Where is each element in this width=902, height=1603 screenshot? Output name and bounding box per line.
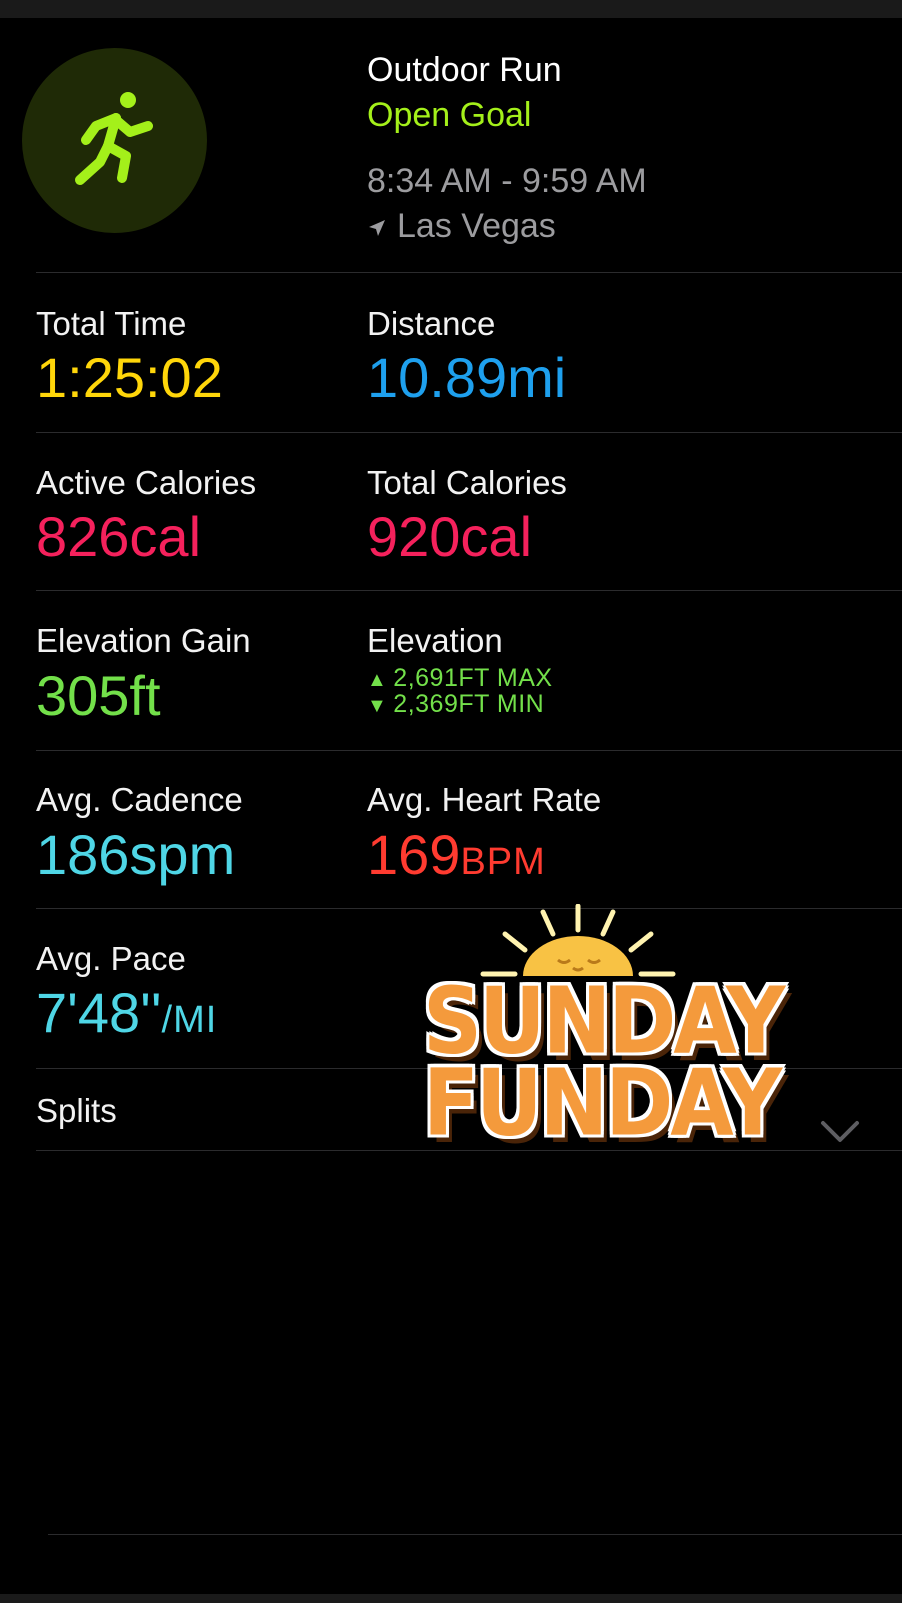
workout-time-range: 8:34 AM - 9:59 AM — [367, 162, 647, 200]
active-calories-value: 826cal — [36, 505, 202, 568]
divider — [36, 432, 902, 433]
elevation-label: Elevation — [367, 622, 503, 659]
triangle-up-icon: ▲ — [367, 669, 388, 691]
elevation-max-value: 2,691FT MAX — [393, 664, 553, 692]
distance-value: 10.89mi — [367, 346, 567, 409]
avg-cadence-label: Avg. Cadence — [36, 781, 243, 818]
divider — [48, 1534, 902, 1535]
elevation-gain-value: 305ft — [36, 664, 161, 727]
total-calories-value: 920cal — [367, 505, 533, 568]
running-figure-icon — [75, 92, 153, 185]
top-bar — [0, 0, 902, 18]
divider — [36, 272, 902, 273]
pace-unit: /MI — [161, 999, 218, 1041]
heart-rate-number: 169 — [367, 823, 461, 886]
divider — [36, 750, 902, 751]
total-time-label: Total Time — [36, 305, 187, 342]
active-calories-label: Active Calories — [36, 464, 257, 501]
triangle-down-icon: ▼ — [367, 695, 388, 717]
avg-cadence-value: 186spm — [36, 823, 236, 886]
workout-type: Outdoor Run — [367, 51, 562, 89]
location-label: Las Vegas — [397, 207, 556, 245]
chevron-down-icon[interactable] — [820, 1120, 860, 1144]
elevation-max: ▲ 2,691FT MAX — [367, 664, 553, 693]
sticker-line-2: FUNDAY — [423, 1050, 782, 1157]
splits-label[interactable]: Splits — [36, 1092, 117, 1130]
workout-icon-badge — [22, 48, 207, 233]
total-calories-label: Total Calories — [367, 464, 567, 501]
bottom-bar — [0, 1594, 902, 1603]
elevation-min: ▼ 2,369FT MIN — [367, 690, 544, 719]
divider — [36, 590, 902, 591]
location-arrow-icon — [369, 220, 385, 236]
elevation-min-value: 2,369FT MIN — [393, 690, 545, 718]
avg-pace-label: Avg. Pace — [36, 940, 186, 977]
heart-rate-unit: BPM — [460, 841, 546, 883]
workout-location: Las Vegas — [367, 207, 556, 246]
avg-heart-rate-label: Avg. Heart Rate — [367, 781, 602, 818]
avg-pace-value: 7'48''/MI — [36, 985, 217, 1041]
elevation-gain-label: Elevation Gain — [36, 622, 251, 659]
workout-goal: Open Goal — [367, 96, 532, 134]
pace-number: 7'48'' — [36, 981, 162, 1044]
distance-label: Distance — [367, 305, 496, 342]
sunday-funday-sticker: SUNDAY FUNDAY — [423, 904, 785, 1172]
avg-heart-rate-value: 169BPM — [367, 827, 546, 883]
total-time-value: 1:25:02 — [36, 346, 223, 409]
